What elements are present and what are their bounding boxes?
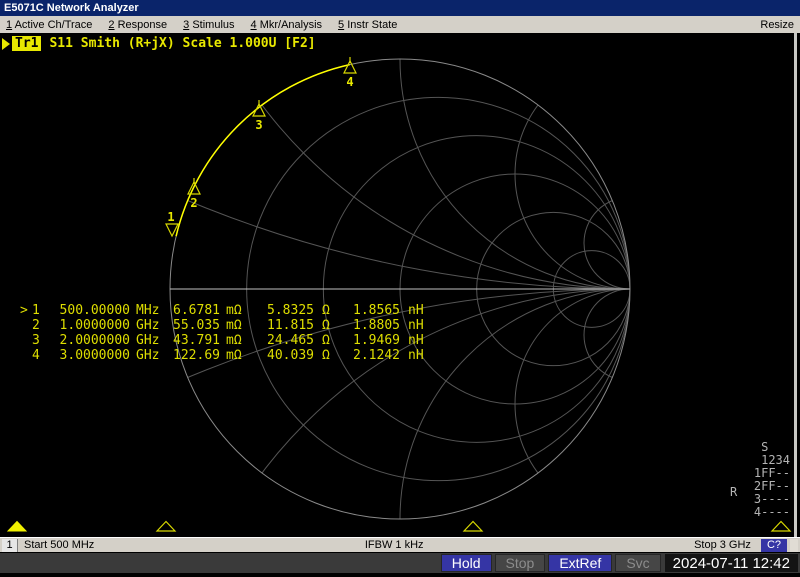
title-bar: E5071C Network Analyzer — [0, 0, 800, 16]
marker-row-4: 4 3.0000000 GHz 122.69 mΩ 40.039 Ω 2.124… — [20, 348, 432, 363]
start-frequency-label: Start 500 MHz — [24, 539, 94, 551]
chart-marker-1[interactable]: 1 — [166, 210, 178, 236]
trace-header: Tr1 S11 Smith (R+jX) Scale 1.000U [F2] — [2, 35, 316, 52]
active-trace-arrow-icon — [2, 38, 10, 50]
datetime-display: 2024-07-11 12:42 — [665, 554, 798, 572]
status-bar-corner — [790, 539, 798, 552]
ifbw-label: IFBW 1 kHz — [94, 539, 694, 551]
svg-text:4: 4 — [346, 75, 353, 89]
app-window: E5071C Network Analyzer 1 Active Ch/Trac… — [0, 0, 800, 577]
active-marker-indicator: > — [20, 303, 32, 318]
menu-mkr-analysis[interactable]: 4 Mkr/Analysis — [251, 19, 323, 31]
instrument-screen: 1 2 3 4 — [0, 33, 800, 537]
stimulus-marker-2-icon[interactable] — [157, 522, 175, 532]
instrument-status-bar: Hold Stop ExtRef Svc 2024-07-11 12:42 — [0, 552, 800, 573]
reference-trace-label: R — [730, 485, 737, 499]
svg-text:2: 2 — [190, 196, 197, 210]
stop-frequency-label: Stop 3 GHz — [694, 539, 751, 551]
cal-status-badge: C? — [761, 539, 787, 552]
marker-row-2: 2 1.0000000 GHz 55.035 mΩ 11.815 Ω 1.880… — [20, 318, 432, 333]
marker-row-3: 3 2.0000000 GHz 43.791 mΩ 24.465 Ω 1.946… — [20, 333, 432, 348]
window-right-border — [794, 33, 797, 537]
menu-active-ch-trace[interactable]: 1 Active Ch/Trace — [6, 19, 92, 31]
menu-stimulus[interactable]: 3 Stimulus — [183, 19, 234, 31]
svg-text:1: 1 — [167, 210, 174, 224]
menu-resize[interactable]: Resize — [760, 19, 794, 31]
smith-grid — [0, 33, 800, 537]
svc-status-badge: Svc — [615, 554, 660, 572]
channel-number-badge: 1 — [2, 539, 18, 552]
menu-instr-state[interactable]: 5 Instr State — [338, 19, 397, 31]
stimulus-marker-1-icon[interactable] — [8, 522, 26, 532]
menu-bar: 1 Active Ch/Trace 2 Response 3 Stimulus … — [0, 16, 800, 33]
status-bar-spacer — [0, 553, 438, 573]
extref-status-badge: ExtRef — [548, 554, 612, 572]
stimulus-marker-4-icon[interactable] — [772, 522, 790, 532]
smith-chart: 1 2 3 4 — [0, 33, 800, 537]
marker-row-1: > 1 500.00000 MHz 6.6781 mΩ 5.8325 Ω 1.8… — [20, 303, 432, 318]
channel-status-bar: 1 Start 500 MHz IFBW 1 kHz Stop 3 GHz C? — [0, 537, 800, 552]
stop-status-badge: Stop — [495, 554, 546, 572]
svg-text:3: 3 — [255, 118, 262, 132]
trace-id-badge[interactable]: Tr1 — [12, 36, 41, 51]
window-title: E5071C Network Analyzer — [4, 2, 139, 14]
s11-trace — [176, 65, 350, 237]
hold-status-badge: Hold — [441, 554, 492, 572]
trace-status-block: S 12341FF--2FF--3----4---- — [754, 441, 790, 519]
marker-readout-table: > 1 500.00000 MHz 6.6781 mΩ 5.8325 Ω 1.8… — [20, 303, 432, 363]
stimulus-marker-3-icon[interactable] — [464, 522, 482, 532]
menu-response[interactable]: 2 Response — [108, 19, 167, 31]
chart-marker-4[interactable]: 4 — [344, 57, 356, 89]
trace-format-label: S11 Smith (R+jX) Scale 1.000U [F2] — [49, 36, 315, 51]
